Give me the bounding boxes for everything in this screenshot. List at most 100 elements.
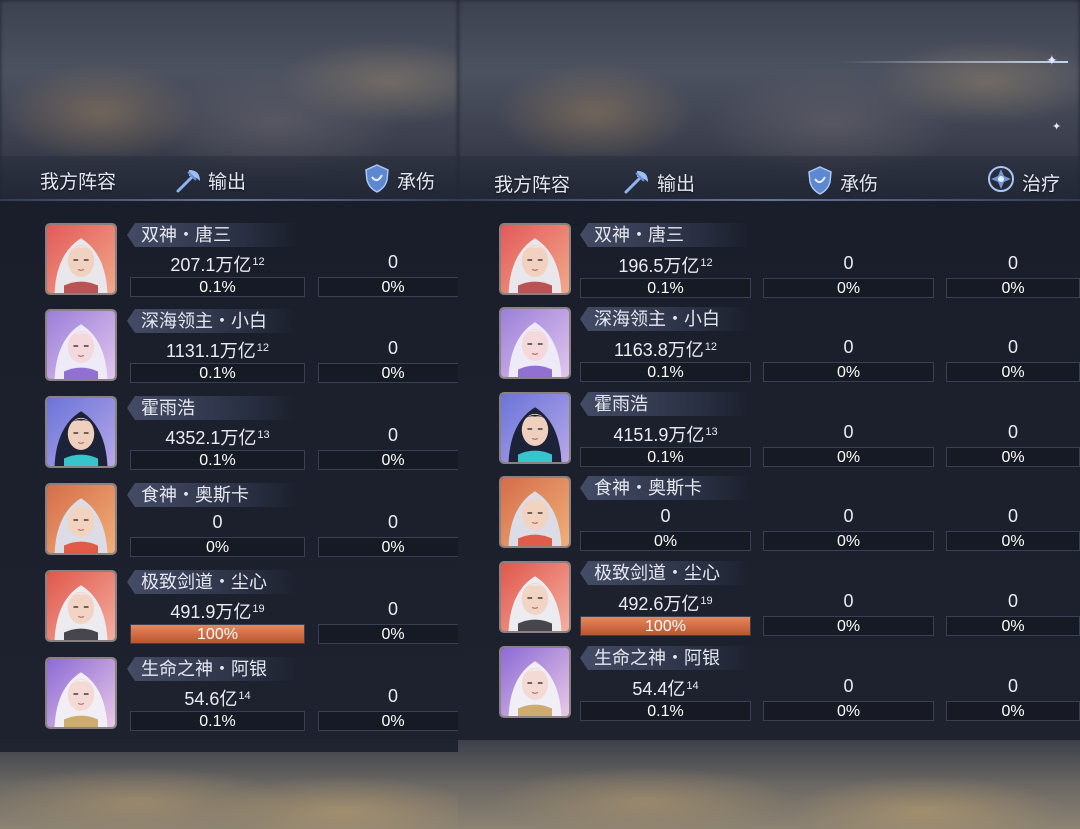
share-percent: 0% (836, 703, 861, 720)
axe-icon[interactable] (620, 165, 652, 197)
team-title: 我方阵容 (494, 175, 571, 196)
damage-share-bar: 0.1% (580, 362, 751, 382)
hero-avatar[interactable] (499, 307, 571, 379)
damage-share-bar: 0% (580, 531, 751, 551)
hero-avatar[interactable] (499, 476, 571, 548)
tab-healing[interactable]: 治疗 (1022, 169, 1060, 196)
healing-value: 0 (946, 252, 1080, 274)
hero-avatar[interactable] (45, 483, 117, 555)
hero-name: 深海领主・小白 (127, 309, 297, 333)
share-percent: 0.1% (647, 703, 684, 720)
damage-taken-value: 0 (763, 336, 934, 358)
damage-value: 1163.8万亿12 (580, 336, 751, 361)
hero-name: 生命之神・阿银 (127, 657, 297, 681)
heal-cross-icon[interactable] (985, 163, 1017, 195)
damage-share-bar: 100% (130, 624, 305, 644)
value-exponent: 13 (705, 426, 718, 438)
healing-share-bar: 0% (946, 362, 1080, 382)
healing-share-bar: 0% (946, 278, 1080, 298)
tab-damage-taken[interactable]: 承伤 (397, 167, 435, 194)
blurred-background-bottom (0, 739, 458, 829)
damage-taken-share-bar: 0% (318, 537, 458, 557)
value-text: 0 (387, 425, 398, 445)
value-text: 54.6亿 (184, 689, 238, 709)
stats-panel-right: ✦ ✦ 我方阵容 输出 承伤 治疗 双神・唐三 196.5万亿12 0.1% 0 0% 0… (458, 0, 1080, 829)
shield-icon[interactable] (361, 162, 393, 194)
damage-value: 491.9万亿19 (130, 598, 305, 623)
value-text: 0 (1007, 591, 1018, 611)
axe-icon[interactable] (172, 164, 204, 196)
share-percent: 0% (1001, 533, 1025, 550)
value-text: 0 (387, 512, 398, 532)
shield-icon[interactable] (804, 164, 836, 196)
share-percent: 0% (381, 452, 405, 469)
share-percent: 0% (381, 539, 405, 556)
hero-avatar[interactable] (45, 309, 117, 381)
hero-name: 双神・唐三 (127, 223, 297, 247)
hero-avatar[interactable] (45, 223, 117, 295)
value-text: 4352.1万亿 (165, 428, 257, 448)
damage-taken-share-bar: 0% (763, 447, 934, 467)
tab-damage[interactable]: 输出 (208, 167, 246, 194)
value-text: 4151.9万亿 (613, 425, 705, 445)
damage-taken-value: 0 (763, 421, 934, 443)
value-text: 0 (387, 599, 398, 619)
damage-share-bar: 0.1% (130, 277, 305, 297)
share-percent: 0% (836, 618, 861, 635)
value-text: 0 (212, 512, 223, 532)
tab-damage[interactable]: 输出 (657, 169, 695, 196)
share-percent: 0% (836, 364, 861, 381)
value-text: 196.5万亿 (618, 256, 700, 276)
healing-value: 0 (946, 336, 1080, 358)
hero-name: 极致剑道・尘心 (127, 570, 297, 594)
hero-name: 食神・奥斯卡 (580, 476, 750, 500)
sparkle-icon: ✦ (1052, 121, 1062, 133)
share-percent: 0.1% (199, 365, 236, 382)
damage-taken-value: 0 (318, 598, 458, 620)
damage-value: 207.1万亿12 (130, 251, 305, 276)
damage-taken-value: 0 (763, 590, 934, 612)
share-percent: 100% (197, 626, 238, 643)
damage-value: 4352.1万亿13 (130, 424, 305, 449)
value-text: 0 (387, 338, 398, 358)
healing-share-bar: 0% (946, 531, 1080, 551)
value-text: 0 (843, 422, 854, 442)
damage-taken-value: 0 (318, 251, 458, 273)
share-percent: 0% (836, 449, 861, 466)
value-text: 0 (1007, 253, 1018, 273)
hero-avatar[interactable] (45, 657, 117, 729)
damage-taken-share-bar: 0% (763, 531, 934, 551)
hero-name: 深海领主・小白 (580, 307, 750, 331)
share-percent: 0.1% (647, 364, 684, 381)
share-percent: 0.1% (199, 713, 236, 730)
hero-avatar[interactable] (499, 561, 571, 633)
hero-name: 双神・唐三 (580, 223, 750, 247)
damage-value: 492.6万亿19 (580, 590, 751, 615)
damage-taken-value: 0 (318, 511, 458, 533)
damage-value: 54.6亿14 (130, 685, 305, 710)
share-percent: 0.1% (647, 449, 684, 466)
healing-value: 0 (946, 505, 1080, 527)
hero-avatar[interactable] (45, 396, 117, 468)
damage-taken-value: 0 (318, 337, 458, 359)
value-text: 1131.1万亿 (166, 341, 256, 361)
tab-damage-taken[interactable]: 承伤 (840, 169, 878, 196)
hero-avatar[interactable] (45, 570, 117, 642)
damage-share-bar: 0.1% (580, 701, 751, 721)
hero-avatar[interactable] (499, 223, 571, 295)
value-exponent: 19 (700, 595, 713, 607)
value-exponent: 12 (252, 256, 265, 268)
share-percent: 0% (381, 626, 405, 643)
value-text: 0 (660, 506, 671, 526)
value-text: 0 (1007, 337, 1018, 357)
damage-share-bar: 0.1% (580, 447, 751, 467)
value-text: 491.9万亿 (170, 602, 252, 622)
hero-avatar[interactable] (499, 392, 571, 464)
value-text: 0 (1007, 506, 1018, 526)
healing-value: 0 (946, 590, 1080, 612)
damage-taken-value: 0 (763, 252, 934, 274)
share-percent: 0% (381, 365, 405, 382)
hero-avatar[interactable] (499, 646, 571, 718)
damage-share-bar: 0% (130, 537, 305, 557)
damage-share-bar: 0.1% (130, 450, 305, 470)
